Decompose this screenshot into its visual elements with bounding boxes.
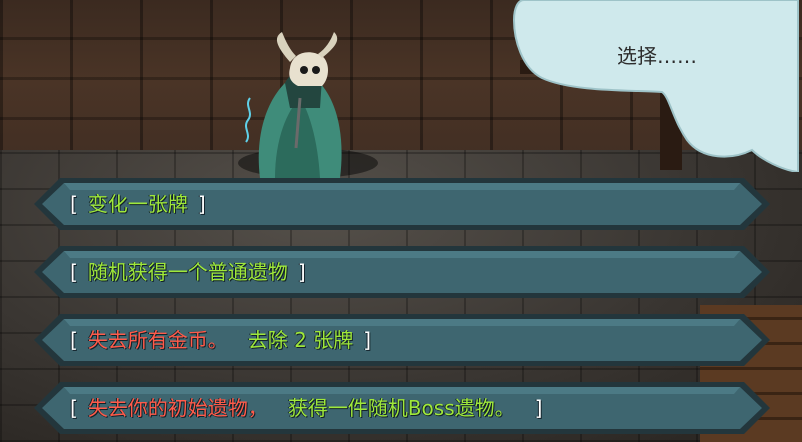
speech-bubble-shape [512, 0, 799, 174]
event-option-3[interactable]: [ 失去所有金币。 去除 2 张牌] [34, 314, 770, 366]
ram-skull-cloaked-figure-icon [245, 32, 342, 178]
bracket-close: ] [534, 396, 543, 420]
option-cost-text: 失去所有金币。 [87, 328, 228, 352]
bracket-open: [ [70, 328, 78, 352]
option-text: 随机获得一个普通遗物 [87, 260, 288, 284]
option-text: 变化一张牌 [87, 192, 188, 216]
bracket-close: ] [297, 260, 306, 284]
bracket-open: [ [70, 192, 78, 216]
option-reward-text: 去除 2 张牌 [247, 328, 354, 352]
event-option-4[interactable]: [ 失去你的初始遗物， 获得一件随机Boss遗物。] [34, 382, 770, 434]
option-label: [ 变化一张牌] [70, 178, 206, 230]
option-label: [ 失去所有金币。 去除 2 张牌] [70, 314, 371, 366]
bracket-open: [ [70, 396, 78, 420]
bracket-close: ] [363, 328, 372, 352]
event-option-2[interactable]: [ 随机获得一个普通遗物] [34, 246, 770, 298]
bracket-close: ] [197, 192, 206, 216]
option-label: [ 失去你的初始遗物， 获得一件随机Boss遗物。] [70, 382, 542, 434]
option-reward-text: 获得一件随机Boss遗物。 [287, 396, 515, 420]
bracket-open: [ [70, 260, 78, 284]
event-option-1[interactable]: [ 变化一张牌] [34, 178, 770, 230]
option-label: [ 随机获得一个普通遗物] [70, 246, 306, 298]
speech-bubble: 选择…… [512, 0, 802, 174]
dialog-prompt: 选择…… [617, 44, 697, 68]
option-cost-text: 失去你的初始遗物， [87, 396, 268, 420]
event-scene: 选择…… [ 变化一张牌] [ 随机获得一个普通遗物] [ 失去所有金币。 去除 2 张… [0, 0, 802, 442]
